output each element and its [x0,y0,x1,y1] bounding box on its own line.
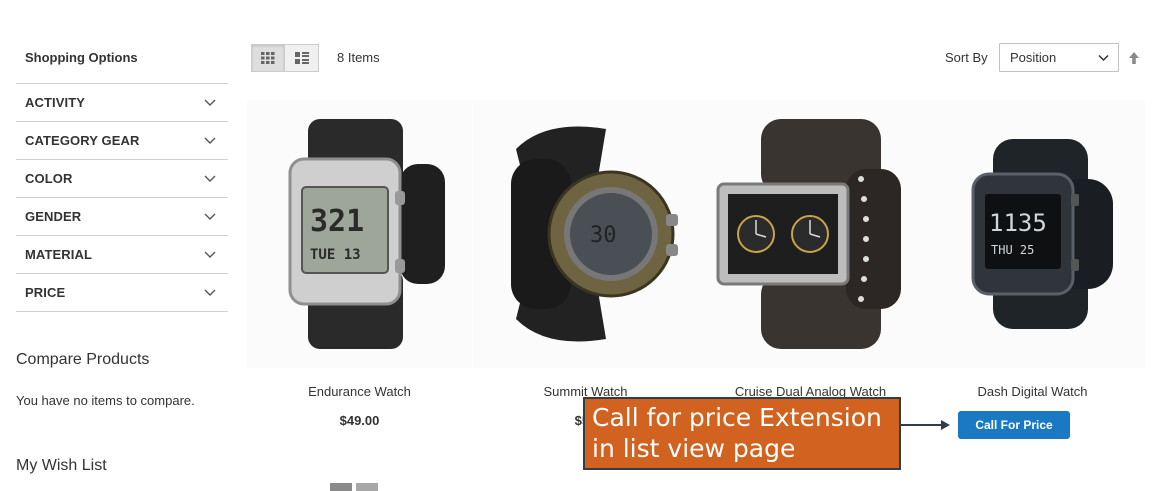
filter-price[interactable]: PRICE [16,274,228,312]
chevron-down-icon [1098,54,1109,62]
filter-color[interactable]: COLOR [16,160,228,198]
filter-label: GENDER [25,209,82,224]
chevron-down-icon [204,289,216,296]
list-view-button[interactable] [285,44,319,72]
product-image[interactable]: 30 [473,100,698,368]
grid-view-icon [261,52,275,64]
toolbar-item-count: 8 Items [337,50,380,65]
watch-image [716,119,901,349]
watch-image: 321 TUE 13 [288,119,445,349]
svg-text:30: 30 [590,223,617,248]
product-image[interactable]: 1135 THU 25 [920,100,1145,368]
filter-label: CATEGORY GEAR [25,133,140,148]
chevron-down-icon [204,213,216,220]
annotation-line-2: in list view page [592,434,796,463]
compare-empty-message: You have no items to compare. [16,393,195,408]
product-price: $49.00 [339,413,380,428]
filter-material[interactable]: MATERIAL [16,236,228,274]
sort-select[interactable]: Position [999,43,1119,72]
chevron-down-icon [204,99,216,106]
watch-image: 1135 THU 25 [971,139,1113,329]
filter-gender[interactable]: GENDER [16,198,228,236]
chevron-down-icon [204,137,216,144]
product-name[interactable]: Dash Digital Watch [920,384,1145,399]
shopping-options-title: Shopping Options [25,50,138,65]
annotation-callout: Call for price Extension in list view pa… [583,397,901,470]
filter-label: MATERIAL [25,247,92,262]
chevron-down-icon [204,175,216,182]
next-product-image [330,483,378,491]
filter-label: PRICE [25,285,66,300]
chevron-down-icon [204,251,216,258]
sort-by-label: Sort By [945,50,988,65]
view-mode-switcher [251,44,319,72]
filter-list: ACTIVITY CATEGORY GEAR COLOR GENDER MATE… [16,83,228,312]
svg-text:321: 321 [310,204,364,239]
watch-image: 30 [510,126,678,342]
svg-text:THU 25: THU 25 [991,243,1034,257]
arrow-up-icon[interactable] [1127,51,1141,65]
sort-select-value: Position [1010,50,1057,65]
arrow-right-icon [901,420,950,430]
filter-label: ACTIVITY [25,95,86,110]
filter-category-gear[interactable]: CATEGORY GEAR [16,122,228,160]
filter-label: COLOR [25,171,73,186]
compare-products-title: Compare Products [16,351,150,368]
product-name[interactable]: Endurance Watch [247,384,472,399]
product-image[interactable]: 321 TUE 13 [247,100,472,368]
wishlist-title: My Wish List [16,457,107,474]
grid-view-button[interactable] [251,44,285,72]
annotation-line-1: Call for price Extension [592,403,882,432]
product-image[interactable] [698,100,923,368]
svg-text:1135: 1135 [989,209,1047,237]
filter-activity[interactable]: ACTIVITY [16,84,228,122]
list-view-icon [294,52,309,64]
call-for-price-button[interactable]: Call For Price [958,411,1070,439]
svg-text:TUE 13: TUE 13 [310,247,361,263]
